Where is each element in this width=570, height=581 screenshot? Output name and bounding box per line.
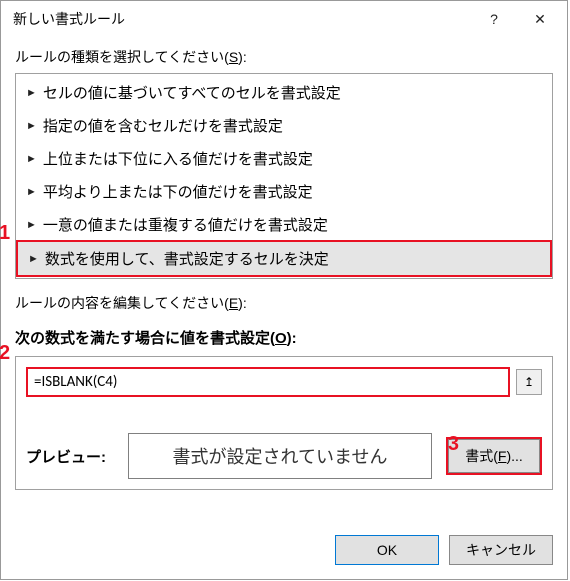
triangle-icon: ►: [26, 153, 37, 165]
format-button[interactable]: 書式(F)...: [446, 437, 542, 475]
range-selector-button[interactable]: ↥: [516, 369, 542, 395]
preview-label: プレビュー:: [26, 446, 114, 467]
annotation-marker-2: 2: [0, 342, 10, 365]
titlebar: 新しい書式ルール ? ✕: [1, 1, 567, 37]
preview-row: プレビュー: 書式が設定されていません 書式(F)...: [26, 433, 542, 479]
annotation-marker-1: 1: [0, 222, 10, 245]
preview-box: 書式が設定されていません: [128, 433, 432, 479]
collapse-icon: ↥: [524, 375, 534, 389]
dialog-content: 1 2 3 ルールの種類を選択してください(S): ►セルの値に基づいてすべての…: [1, 37, 567, 525]
new-format-rule-dialog: 新しい書式ルール ? ✕ 1 2 3 ルールの種類を選択してください(S): ►…: [0, 0, 568, 580]
dialog-title: 新しい書式ルール: [13, 9, 471, 29]
help-button[interactable]: ?: [471, 3, 517, 35]
triangle-icon: ►: [26, 87, 37, 99]
rule-type-item[interactable]: ►一意の値または重複する値だけを書式設定: [16, 208, 552, 241]
triangle-icon: ►: [26, 219, 37, 231]
rule-type-item[interactable]: ►セルの値に基づいてすべてのセルを書式設定: [16, 76, 552, 109]
rule-type-item[interactable]: ►上位または下位に入る値だけを書式設定: [16, 142, 552, 175]
formula-label: 次の数式を満たす場合に値を書式設定(O):: [15, 327, 553, 348]
ok-button[interactable]: OK: [335, 535, 439, 565]
edit-rule-label: ルールの内容を編集してください(E):: [15, 293, 553, 313]
formula-row: ↥: [26, 367, 542, 397]
formula-section: ↥ プレビュー: 書式が設定されていません 書式(F)...: [15, 356, 553, 490]
rule-type-list[interactable]: ►セルの値に基づいてすべてのセルを書式設定 ►指定の値を含むセルだけを書式設定 …: [15, 73, 553, 279]
rule-type-item[interactable]: ►平均より上または下の値だけを書式設定: [16, 175, 552, 208]
rule-type-item[interactable]: ►指定の値を含むセルだけを書式設定: [16, 109, 552, 142]
rule-type-label: ルールの種類を選択してください(S):: [15, 47, 553, 67]
formula-input[interactable]: [26, 367, 510, 397]
triangle-icon: ►: [26, 120, 37, 132]
cancel-button[interactable]: キャンセル: [449, 535, 553, 565]
triangle-icon: ►: [28, 253, 39, 265]
rule-type-item-selected[interactable]: ►数式を使用して、書式設定するセルを決定: [16, 240, 552, 277]
close-button[interactable]: ✕: [517, 3, 563, 35]
annotation-marker-3: 3: [448, 433, 459, 456]
dialog-buttons: OK キャンセル: [1, 525, 567, 579]
triangle-icon: ►: [26, 186, 37, 198]
